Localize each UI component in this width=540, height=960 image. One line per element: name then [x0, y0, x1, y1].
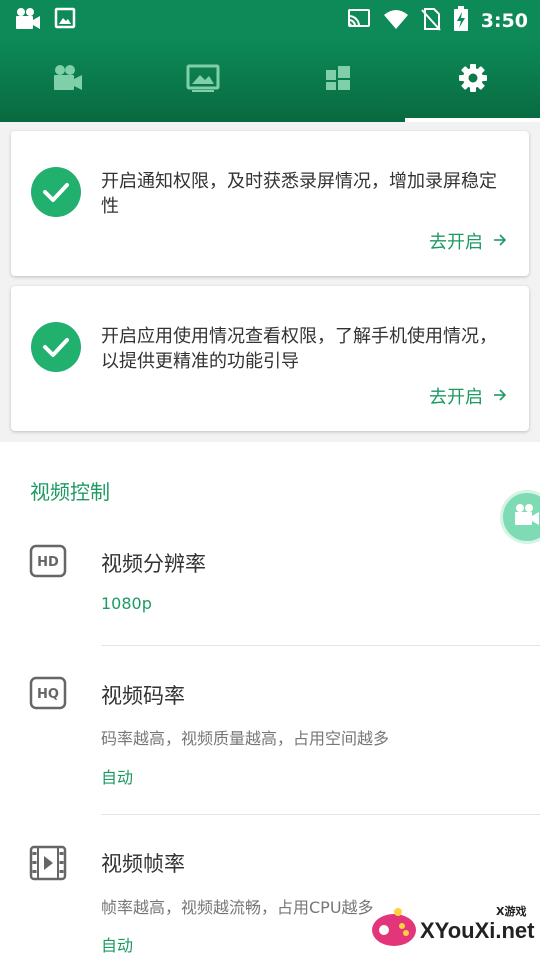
- action-label: 去开启: [429, 232, 483, 253]
- enable-notification-button[interactable]: 去开启: [429, 228, 507, 254]
- site-watermark: X游戏 XYouXi.net: [368, 900, 538, 956]
- status-bar: 3:50: [0, 0, 540, 38]
- divider: [101, 645, 540, 646]
- svg-text:HQ: HQ: [37, 687, 59, 702]
- tab-tools[interactable]: [270, 38, 405, 122]
- hd-icon: HD: [29, 544, 67, 582]
- gear-icon: [458, 63, 488, 97]
- tab-record[interactable]: [0, 38, 135, 122]
- video-camera-icon: [14, 7, 42, 35]
- video-gallery-icon: [186, 64, 220, 96]
- setting-value: 1080p: [101, 594, 152, 613]
- setting-title: 视频分辨率: [101, 552, 206, 576]
- setting-video-resolution[interactable]: HD 视频分辨率 1080p: [0, 530, 540, 646]
- setting-description: 码率越高，视频质量越高，占用空间越多: [101, 729, 390, 748]
- tab-videos[interactable]: [135, 38, 270, 122]
- arrow-right-icon: [493, 386, 507, 407]
- setting-value: 自动: [101, 936, 134, 955]
- cast-icon: [347, 8, 371, 34]
- card-message: 开启应用使用情况查看权限，了解手机使用情况，以提供更精准的功能引导: [101, 326, 497, 372]
- image-icon: [54, 7, 76, 35]
- watermark-text: XYouXi.net: [420, 918, 535, 943]
- video-camera-icon: [513, 503, 540, 531]
- divider: [101, 814, 540, 815]
- setting-value: 自动: [101, 768, 134, 787]
- arrow-right-icon: [493, 231, 507, 252]
- card-message: 开启通知权限，及时获悉录屏情况，增加录屏稳定性: [101, 171, 497, 217]
- setting-title: 视频帧率: [101, 852, 185, 876]
- hq-icon: HQ: [29, 676, 67, 714]
- grid-icon: [324, 64, 352, 96]
- battery-charging-icon: [453, 6, 469, 36]
- tab-bar: [0, 38, 540, 122]
- section-title-video-control: 视频控制: [30, 480, 110, 504]
- check-circle-icon: [31, 167, 81, 217]
- video-camera-icon: [52, 64, 84, 96]
- tab-settings[interactable]: [405, 38, 540, 122]
- setting-description: 帧率越高，视频越流畅，占用CPU越多: [101, 898, 374, 917]
- enable-usage-access-button[interactable]: 去开启: [429, 383, 507, 409]
- setting-title: 视频码率: [101, 684, 185, 708]
- action-label: 去开启: [429, 387, 483, 408]
- wifi-icon: [383, 8, 409, 34]
- film-icon: [29, 844, 67, 886]
- setting-video-bitrate[interactable]: HQ 视频码率 码率越高，视频质量越高，占用空间越多 自动: [0, 660, 540, 814]
- clock: 3:50: [480, 10, 528, 32]
- permission-cards: 开启通知权限，及时获悉录屏情况，增加录屏稳定性 去开启 开启应用使用情况查看权限…: [0, 122, 540, 442]
- check-circle-icon: [31, 322, 81, 372]
- no-sim-icon: [420, 7, 441, 35]
- watermark-small-text: X游戏: [496, 905, 527, 918]
- notification-permission-card: 开启通知权限，及时获悉录屏情况，增加录屏稳定性 去开启: [11, 131, 529, 276]
- svg-text:HD: HD: [37, 555, 59, 570]
- usage-permission-card: 开启应用使用情况查看权限，了解手机使用情况，以提供更精准的功能引导 去开启: [11, 286, 529, 431]
